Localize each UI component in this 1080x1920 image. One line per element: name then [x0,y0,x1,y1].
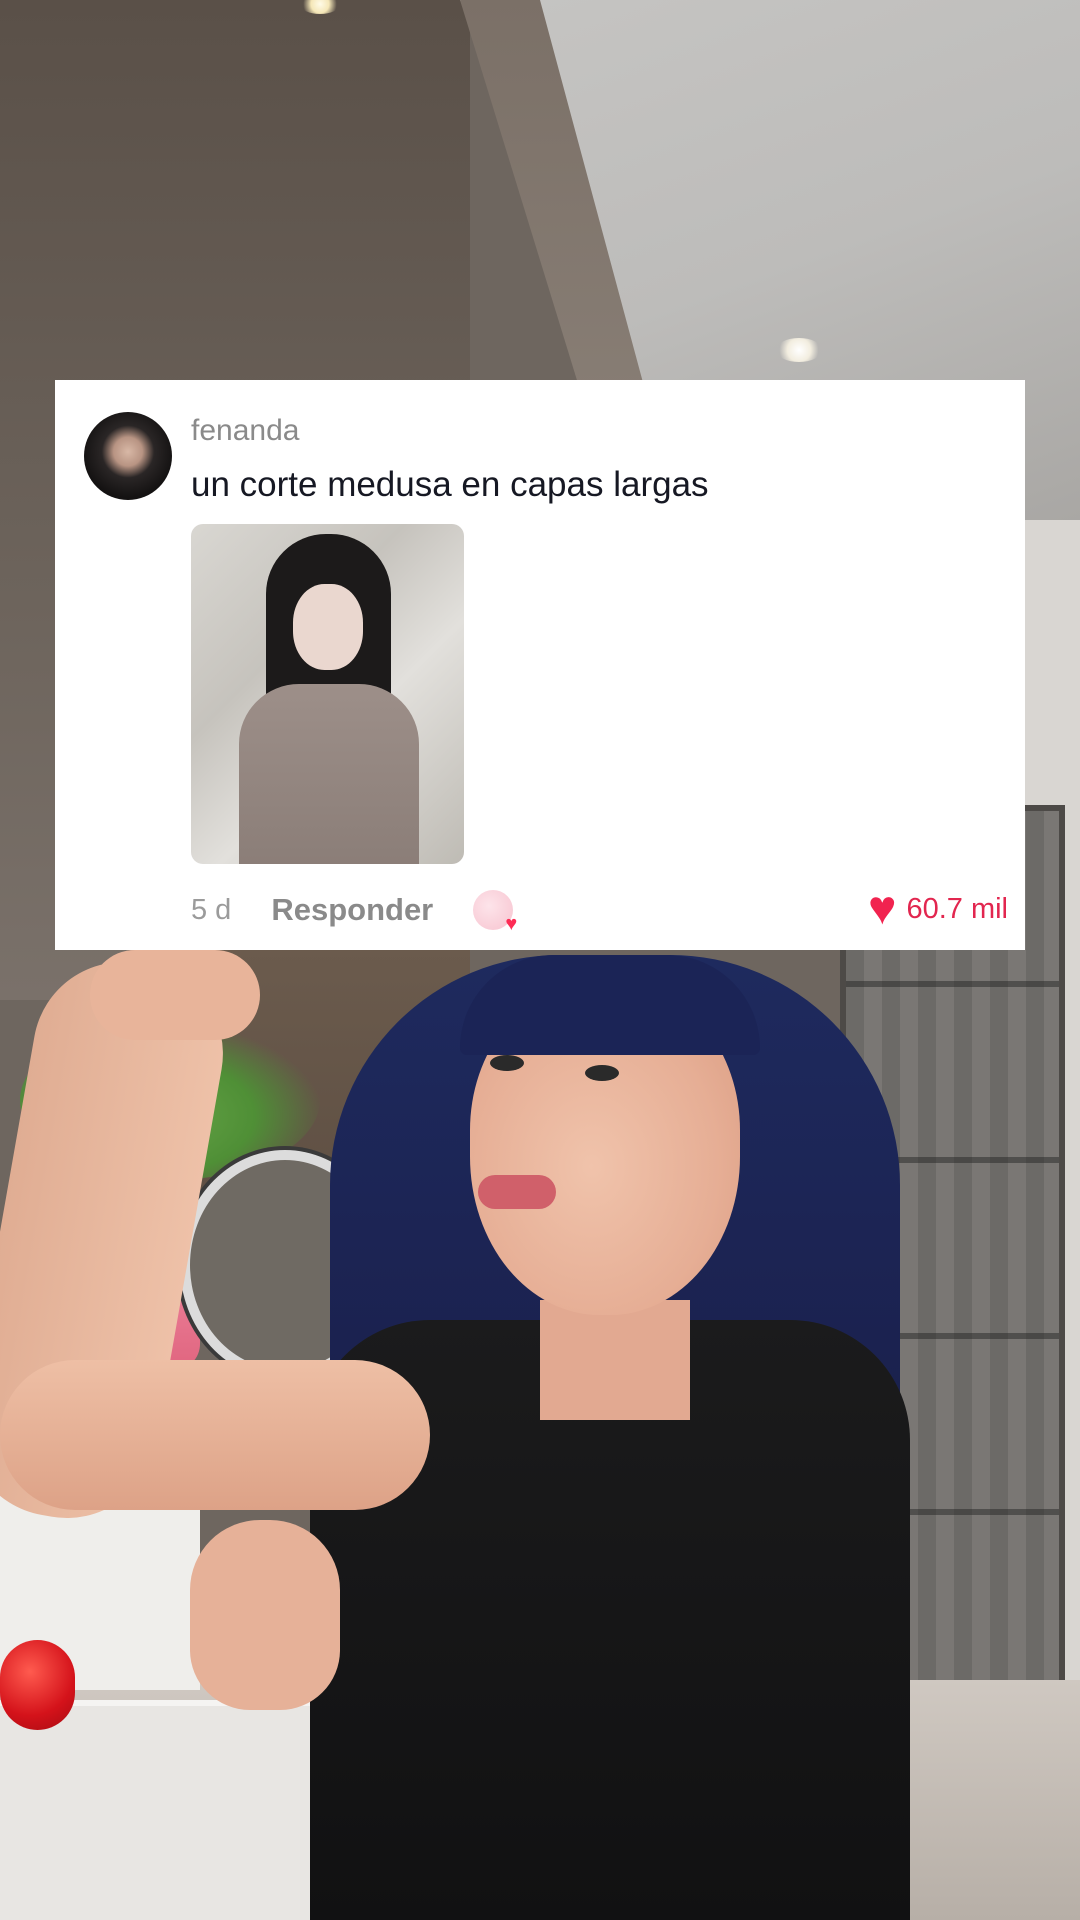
reply-button[interactable]: Responder [271,892,433,928]
photo-body [239,684,419,864]
eye [585,1065,619,1081]
decorative-apple [0,1640,75,1730]
person-lips [478,1175,556,1209]
photo-face [293,584,363,670]
person-neck [540,1300,690,1420]
person-hand [90,950,260,1040]
video-background[interactable] [0,0,1080,1920]
person-bangs [460,955,760,1055]
ceiling-light [776,338,822,362]
comment-time: 5 d [191,893,232,926]
eye [490,1055,524,1071]
like-count: 60.7 mil [906,892,1008,925]
person-forearm [0,1360,430,1510]
counter [0,1700,360,1920]
hairstyle-photo[interactable] [191,524,464,864]
comment-card[interactable]: fenanda un corte medusa en capas largas … [55,380,1025,950]
like-button[interactable]: ♥ 60.7 mil [868,885,1008,933]
user-avatar[interactable] [84,412,172,500]
comment-meta: 5 d Responder ♥ [191,888,517,934]
comment-username[interactable]: fenanda [191,414,299,448]
heart-icon[interactable]: ♥ [868,885,897,933]
person-hand [190,1520,340,1710]
heart-icon: ♥ [505,913,518,935]
creator-liked-badge-icon: ♥ [473,890,517,934]
comment-text: un corte medusa en capas largas [191,465,709,504]
